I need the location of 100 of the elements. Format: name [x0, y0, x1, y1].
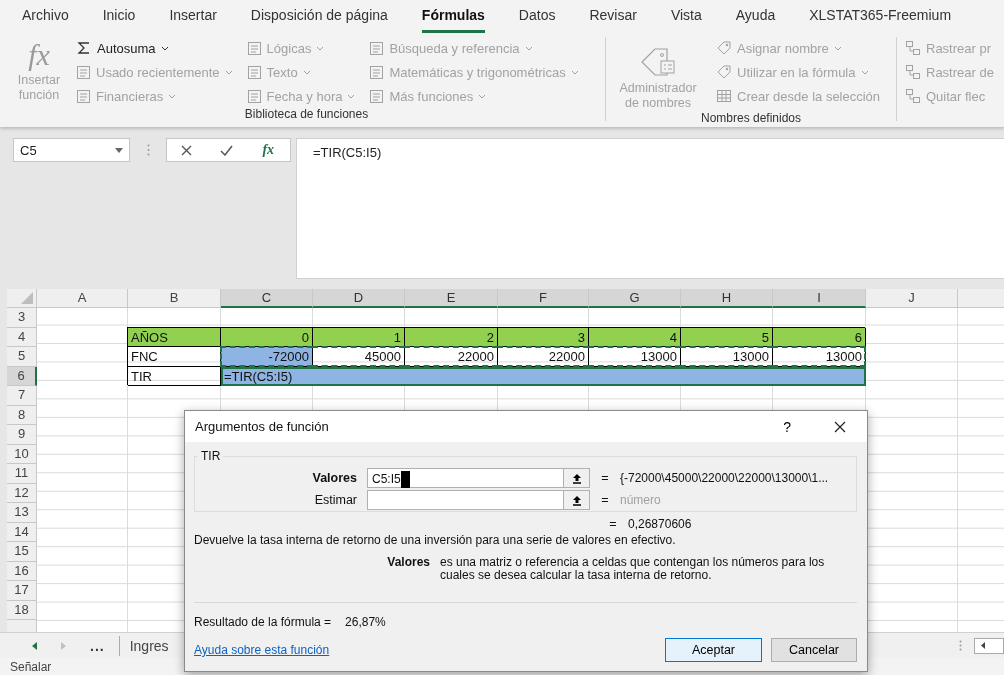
ribbon-tab[interactable]: XLSTAT365-Freemium [809, 7, 952, 33]
more-sheets-button[interactable]: ... [84, 637, 111, 654]
column-header[interactable]: A [37, 289, 128, 308]
row-header[interactable]: 5 [7, 347, 37, 367]
chevron-down-icon [570, 69, 579, 75]
help-link[interactable]: Ayuda sobre esta función [194, 643, 330, 657]
chevron-down-icon [316, 45, 325, 51]
column-header[interactable]: J [866, 289, 958, 308]
up-arrow-icon [571, 472, 582, 484]
spreadsheet-cell[interactable]: 22000 [498, 347, 589, 367]
ribbon-tab[interactable]: Datos [518, 7, 556, 33]
formula-result: 26,87% [345, 615, 386, 629]
list-box-icon [369, 88, 385, 104]
spreadsheet-cell[interactable]: 2 [405, 327, 498, 347]
name-box[interactable]: C5 [13, 138, 130, 162]
ribbon-tab[interactable]: Insertar [169, 7, 217, 33]
column-header[interactable]: E [405, 289, 498, 308]
column-header[interactable]: I [773, 289, 866, 308]
list-box-icon [246, 40, 262, 56]
spreadsheet-cell[interactable]: 13000 [681, 347, 773, 367]
argument-field[interactable] [367, 490, 590, 510]
sheet-tab[interactable]: Ingres [118, 635, 179, 656]
argument-field[interactable]: C5:I5 [367, 468, 590, 488]
spreadsheet-cell[interactable]: -72000 [221, 347, 313, 367]
list-box-icon [369, 40, 385, 56]
row-header[interactable]: 15 [7, 542, 37, 562]
spreadsheet-cell[interactable]: 4 [589, 327, 681, 347]
ribbon-tab[interactable]: Fórmulas [421, 7, 485, 33]
checkmark-icon[interactable] [219, 144, 233, 156]
ribbon-tab[interactable]: Inicio [102, 7, 136, 33]
up-arrow-icon [571, 494, 582, 506]
column-header[interactable]: C [221, 289, 313, 308]
column-header[interactable]: B [128, 289, 221, 308]
spreadsheet-cell[interactable]: 0 [221, 327, 313, 347]
row-header[interactable]: 11 [7, 464, 37, 484]
dialog-button[interactable]: Aceptar [665, 638, 762, 662]
spreadsheet-cell[interactable]: 3 [498, 327, 589, 347]
row-header[interactable]: 3 [7, 308, 37, 328]
insert-function-button[interactable]: fx [258, 142, 279, 158]
argument-name: Valores [386, 556, 430, 571]
triangle-icon [21, 292, 33, 304]
spreadsheet-cell[interactable]: 5 [681, 327, 773, 347]
row-header[interactable]: 7 [7, 386, 37, 406]
spreadsheet-cell[interactable]: 45000 [313, 347, 405, 367]
spreadsheet-cell[interactable]: 13000 [589, 347, 681, 367]
left-triangle-icon[interactable] [32, 641, 37, 650]
spreadsheet-cell[interactable]: 13000 [773, 347, 866, 367]
column-header[interactable]: G [589, 289, 681, 308]
spreadsheet-cell[interactable]: TIR [128, 366, 221, 386]
sigma-icon [76, 40, 92, 56]
row-header[interactable]: 9 [7, 425, 37, 445]
dialog-button[interactable]: Cancelar [771, 638, 857, 662]
left-triangle-icon [981, 642, 985, 649]
argument-label: Valores [311, 471, 358, 485]
chevron-down-icon [860, 69, 869, 75]
row-header[interactable]: 17 [7, 581, 37, 601]
spreadsheet-cell[interactable]: 1 [313, 327, 405, 347]
list-box-icon [246, 88, 262, 104]
ribbon-tab[interactable]: Archivo [22, 7, 69, 33]
collapse-dialog-button[interactable] [563, 469, 589, 487]
row-header[interactable]: 4 [7, 327, 37, 347]
ribbon-tab[interactable]: Ayuda [735, 7, 776, 33]
row-header[interactable]: 10 [7, 444, 37, 464]
row-header[interactable]: 13 [7, 503, 37, 523]
ribbon-button[interactable]: Autosuma [74, 37, 235, 59]
collapse-dialog-button[interactable] [563, 491, 589, 509]
spreadsheet-cell[interactable]: =TIR(C5:I5) [221, 366, 866, 386]
equals-sign: = [600, 493, 610, 507]
splitter-handle-icon[interactable] [146, 144, 150, 156]
list-box-icon [76, 64, 91, 80]
dialog-title: Argumentos de función [195, 419, 330, 434]
row-header[interactable]: 16 [7, 561, 37, 581]
splitter-handle-icon[interactable] [959, 640, 962, 651]
spreadsheet-cell[interactable]: AÑOS [128, 327, 221, 347]
row-header[interactable]: 8 [7, 405, 37, 425]
close-icon[interactable] [180, 144, 192, 156]
ribbon-tab[interactable]: Revisar [589, 7, 637, 33]
argument-description: es una matriz o referencia a celdas que contengan los números para los cuales se desea calcular la tasa interna de retorno. [440, 556, 826, 582]
scroll-left-button[interactable] [974, 637, 1004, 654]
ribbon-tab[interactable]: Vista [670, 7, 702, 33]
row-header[interactable]: 6 [7, 366, 37, 386]
list-box-icon [369, 64, 385, 80]
column-header[interactable]: D [313, 289, 405, 308]
equals-sign: = [608, 517, 618, 531]
column-header[interactable]: F [498, 289, 589, 308]
argument-label: Estimar [313, 493, 358, 507]
formula-field[interactable]: =TIR(C5:I5) [296, 138, 1004, 279]
ribbon-tab[interactable]: Disposición de página [250, 7, 388, 33]
function-name: TIR [200, 449, 222, 463]
arrow-boxes-icon [905, 88, 921, 104]
row-header[interactable]: 12 [7, 483, 37, 503]
close-icon[interactable] [834, 420, 846, 433]
row-header[interactable]: 14 [7, 522, 37, 542]
chevron-down-icon [302, 69, 311, 75]
spreadsheet-cell[interactable]: 22000 [405, 347, 498, 367]
help-button[interactable]: ? [777, 418, 797, 435]
row-header[interactable]: 18 [7, 600, 37, 620]
spreadsheet-cell[interactable]: 6 [773, 327, 866, 347]
column-header[interactable]: H [681, 289, 773, 308]
list-box-icon [76, 88, 91, 104]
